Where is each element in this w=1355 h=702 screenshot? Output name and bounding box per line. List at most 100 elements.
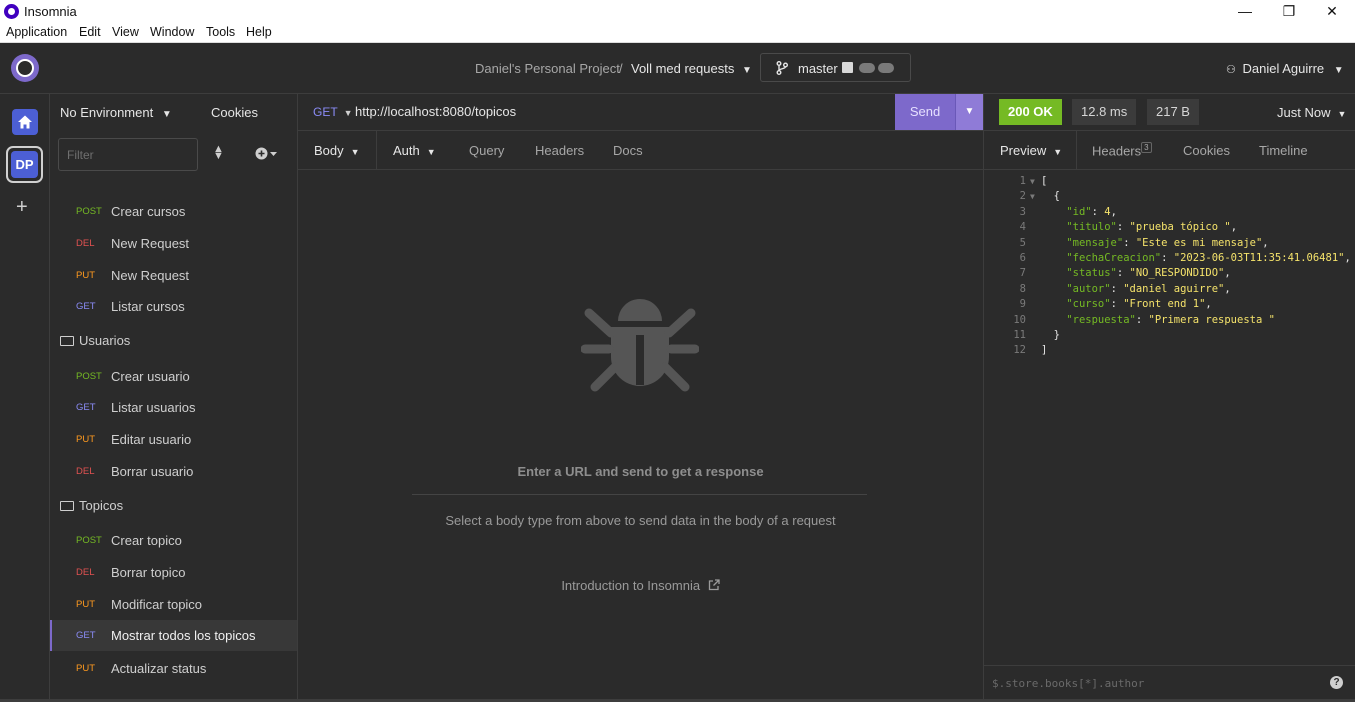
cookies-button[interactable]: Cookies: [211, 105, 258, 120]
breadcrumb-collection[interactable]: Voll med requests ▼: [631, 61, 752, 76]
url-bar: GET ▼ http://localhost:8080/topicos Send …: [298, 94, 983, 131]
menu-help[interactable]: Help: [246, 25, 272, 39]
line-content: "autor": "daniel aguirre",: [1066, 282, 1231, 295]
method-badge: DEL: [76, 466, 95, 477]
menu-view[interactable]: View: [112, 25, 139, 39]
line-content: {: [1041, 190, 1060, 203]
fold-toggle-icon[interactable]: ▼: [1030, 192, 1035, 201]
folder-icon: [60, 336, 74, 346]
sort-icon[interactable]: ▲ ▼: [213, 144, 224, 162]
chevron-down-icon: ▼: [426, 147, 436, 157]
request-item[interactable]: GET Listar cursos: [50, 291, 297, 322]
tab-headers[interactable]: Headers: [535, 143, 584, 158]
menu-bar: Application Edit View Window Tools Help: [0, 23, 1355, 43]
response-filter-input[interactable]: [992, 674, 1312, 692]
line-number: 9: [1019, 298, 1026, 311]
sidebar: No Environment ▼ Cookies ▲▼ POST Crear cu…: [50, 94, 298, 702]
tab-preview[interactable]: Preview ▼: [1000, 143, 1062, 158]
request-name: Mostrar todos los topicos: [111, 628, 256, 643]
menu-application[interactable]: Application: [6, 25, 67, 39]
line-number: 4: [1019, 221, 1026, 234]
request-item[interactable]: POST Crear usuario: [50, 361, 297, 392]
request-item[interactable]: PUT Editar usuario: [50, 424, 297, 455]
request-body-empty-state: Enter a URL and send to get a response S…: [298, 170, 983, 702]
line-content: "titulo": "prueba tópico ",: [1066, 221, 1238, 234]
menu-tools[interactable]: Tools: [206, 25, 235, 39]
request-name: Borrar usuario: [111, 464, 194, 479]
close-button[interactable]: ✕: [1309, 0, 1355, 23]
tab-response-cookies[interactable]: Cookies: [1183, 143, 1230, 158]
minimize-button[interactable]: —: [1222, 0, 1268, 23]
chevron-down-icon: ▼: [350, 147, 360, 157]
tab-response-headers[interactable]: Headers 3: [1092, 142, 1152, 159]
method-selector[interactable]: GET ▼: [313, 105, 353, 119]
code-line: 6 "fechaCreacion": "2023-06-03T11:35:41.…: [984, 252, 1355, 267]
request-item-active[interactable]: GET Mostrar todos los topicos: [50, 620, 297, 651]
branch-button[interactable]: master: [760, 53, 911, 82]
filter-input[interactable]: [58, 138, 198, 171]
git-branch-icon: [776, 61, 788, 75]
home-button[interactable]: [12, 109, 38, 135]
line-content: "respuesta": "Primera respuesta ": [1066, 313, 1275, 326]
line-number: 10: [1013, 313, 1026, 326]
add-workspace-icon[interactable]: +: [16, 196, 28, 219]
tab-body[interactable]: Body ▼: [314, 143, 360, 158]
code-line: 11 }: [984, 329, 1355, 344]
response-time: 12.8 ms: [1072, 99, 1137, 125]
tab-divider: [376, 131, 377, 170]
app-header: Daniel's Personal Project / Voll med req…: [0, 43, 1355, 94]
method-badge: GET: [76, 630, 96, 641]
send-options-chevron-icon[interactable]: ▼: [955, 94, 983, 130]
tab-auth[interactable]: Auth ▼: [393, 143, 436, 158]
response-json-viewer[interactable]: 1 ▼[2 ▼ {3 "id": 4, 4 "titulo": "prueba tóp…: [983, 170, 1355, 665]
request-item[interactable]: DEL Borrar usuario: [50, 456, 297, 487]
tab-query[interactable]: Query: [469, 143, 504, 158]
line-content: "mensaje": "Este es mi mensaje",: [1066, 236, 1269, 249]
folder-name: Topicos: [79, 498, 124, 513]
cloud-upload-icon[interactable]: [859, 63, 875, 73]
user-menu[interactable]: ⚇ Daniel Aguirre ▼: [1226, 61, 1344, 76]
tab-docs[interactable]: Docs: [613, 143, 643, 158]
request-name: Modificar topico: [111, 597, 203, 612]
workspace-dp-button[interactable]: DP: [6, 146, 43, 183]
method-badge: GET: [76, 402, 96, 413]
request-item[interactable]: PUT Modificar topico: [50, 589, 297, 620]
tab-timeline[interactable]: Timeline: [1259, 143, 1308, 158]
environment-selector[interactable]: No Environment ▼: [60, 105, 172, 120]
request-item[interactable]: DEL New Request: [50, 228, 297, 259]
insomnia-logo[interactable]: [11, 54, 39, 82]
line-number: 6: [1019, 252, 1026, 264]
help-icon[interactable]: ?: [1330, 676, 1343, 689]
request-item[interactable]: PUT Actualizar status: [50, 653, 297, 684]
folder-topicos[interactable]: Topicos: [60, 498, 123, 513]
line-number: 8: [1019, 282, 1026, 295]
cloud-download-icon[interactable]: [878, 63, 894, 73]
introduction-link[interactable]: Introduction to Insomnia: [298, 578, 983, 593]
url-input[interactable]: http://localhost:8080/topicos: [355, 104, 516, 119]
request-item[interactable]: PUT New Request: [50, 260, 297, 291]
line-content: "id": 4,: [1066, 205, 1117, 218]
cube-icon: [842, 62, 853, 73]
request-name: Crear topico: [111, 533, 182, 548]
request-item[interactable]: GET Listar usuarios: [50, 392, 297, 423]
send-button[interactable]: Send: [895, 94, 955, 130]
breadcrumb-project[interactable]: Daniel's Personal Project: [475, 61, 620, 76]
tab-label: Headers: [1092, 143, 1142, 159]
request-item[interactable]: POST Crear topico: [50, 525, 297, 556]
method-badge: GET: [76, 301, 96, 312]
folder-usuarios[interactable]: Usuarios: [60, 333, 130, 348]
menu-edit[interactable]: Edit: [79, 25, 101, 39]
request-item[interactable]: POST Crear cursos: [50, 196, 297, 227]
add-request-icon[interactable]: [255, 147, 277, 163]
tab-label: Auth: [393, 143, 420, 158]
menu-window[interactable]: Window: [150, 25, 194, 39]
history-selector[interactable]: Just Now ▼: [1277, 105, 1346, 120]
fold-toggle-icon[interactable]: ▼: [1030, 177, 1035, 186]
code-line: 8 "autor": "daniel aguirre",: [984, 283, 1355, 298]
title-bar: Insomnia — ❐ ✕: [0, 0, 1355, 23]
home-icon: [18, 115, 32, 129]
maximize-button[interactable]: ❐: [1266, 0, 1312, 23]
request-item[interactable]: DEL Borrar topico: [50, 557, 297, 588]
external-link-icon: [708, 579, 720, 591]
line-number: 5: [1019, 236, 1026, 249]
